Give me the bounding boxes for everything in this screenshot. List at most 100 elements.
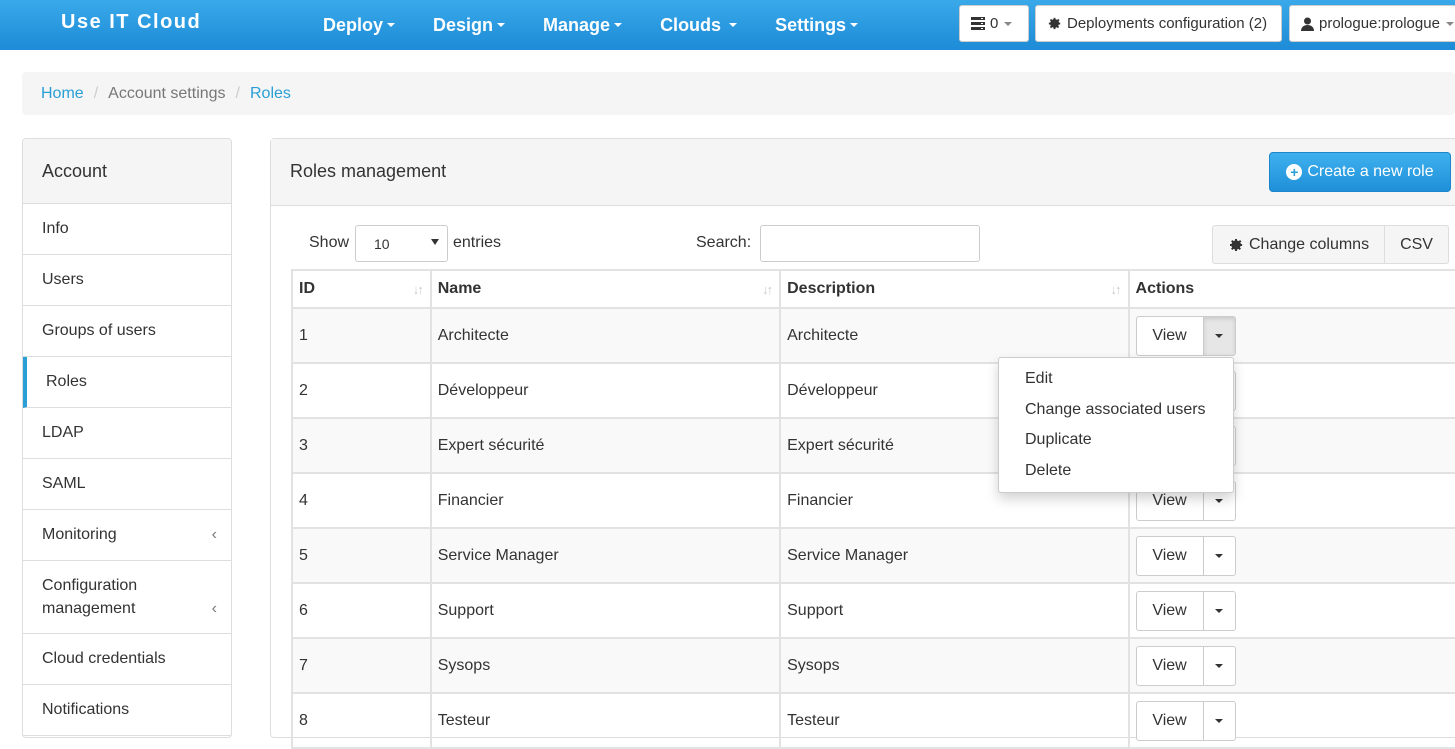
caret-down-icon xyxy=(1215,554,1224,558)
cell-id: 7 xyxy=(291,637,432,694)
cell-name: Testeur xyxy=(429,692,782,749)
view-button[interactable]: View xyxy=(1137,647,1203,685)
main-menu: Deploy Design Manage Clouds Settings xyxy=(323,0,896,50)
cell-description: Sysops xyxy=(779,637,1130,694)
menu-item-change-associated-users[interactable]: Change associated users xyxy=(999,395,1233,426)
sidebar-item-info[interactable]: Info xyxy=(23,204,231,255)
change-columns-button[interactable]: Change columns xyxy=(1213,226,1384,263)
gear-icon xyxy=(1047,16,1062,31)
cell-actions: View xyxy=(1127,527,1455,584)
cell-description: Service Manager xyxy=(779,527,1130,584)
sidebar-item-groups-of-users[interactable]: Groups of users xyxy=(23,306,231,357)
sidebar-item-label: Configuration management xyxy=(42,577,138,617)
nav-deploy[interactable]: Deploy xyxy=(323,0,396,50)
search-input[interactable] xyxy=(760,225,980,262)
server-icon xyxy=(971,17,985,30)
cell-name: Architecte xyxy=(429,307,782,364)
sidebar-item-roles[interactable]: Roles xyxy=(23,357,231,408)
nav-settings[interactable]: Settings xyxy=(775,0,859,50)
sidebar-item-label: SAML xyxy=(42,475,86,492)
user-name: prologue:prologue xyxy=(1319,15,1440,32)
caret-down-icon xyxy=(1445,21,1454,26)
roles-table: ID ↓↑ Name ↓↑ Description ↓↑ Actions 1 Arch… xyxy=(291,269,1455,749)
breadcrumb-home[interactable]: Home xyxy=(41,85,84,103)
create-role-button[interactable]: + Create a new role xyxy=(1269,152,1451,192)
view-button[interactable]: View xyxy=(1137,317,1203,355)
breadcrumb-roles[interactable]: Roles xyxy=(250,85,291,103)
deployments-configuration-button[interactable]: Deployments configuration (2) xyxy=(1035,5,1282,42)
create-role-label: Create a new role xyxy=(1307,163,1434,180)
sidebar-item-notifications[interactable]: Notifications xyxy=(23,685,231,736)
cell-id: 1 xyxy=(291,307,432,364)
caret-down-icon xyxy=(729,23,738,27)
breadcrumb-account-settings[interactable]: Account settings xyxy=(108,85,225,103)
action-split-button: View xyxy=(1135,646,1236,686)
action-split-button: View xyxy=(1135,536,1236,576)
column-header-label: Actions xyxy=(1135,280,1195,297)
column-header-id[interactable]: ID ↓↑ xyxy=(291,269,432,309)
nav-manage[interactable]: Manage xyxy=(543,0,623,50)
breadcrumb-separator: / xyxy=(93,84,99,102)
caret-down-icon xyxy=(1215,664,1224,668)
caret-down-icon xyxy=(1004,21,1013,26)
actions-dropdown-toggle[interactable] xyxy=(1202,317,1235,355)
search-label: Search: xyxy=(696,234,752,251)
actions-dropdown-toggle[interactable] xyxy=(1202,592,1235,630)
plus-circle-icon: + xyxy=(1286,164,1303,180)
column-header-description[interactable]: Description ↓↑ xyxy=(779,269,1130,309)
account-sidebar: Account Info Users Groups of users Roles… xyxy=(22,138,232,738)
entries-value: 10 xyxy=(374,235,390,252)
csv-button[interactable]: CSV xyxy=(1384,226,1448,263)
caret-down-icon xyxy=(387,23,396,27)
cell-id: 5 xyxy=(291,527,432,584)
nav-settings-label: Settings xyxy=(775,15,847,35)
table-row: 2 Développeur Développeur View xyxy=(291,362,1455,419)
cell-name: Sysops xyxy=(429,637,782,694)
sidebar-item-ldap[interactable]: LDAP xyxy=(23,408,231,459)
nav-manage-label: Manage xyxy=(543,15,611,35)
table-tools: Change columns CSV xyxy=(1212,225,1449,264)
sidebar-item-label: Users xyxy=(42,271,84,288)
entries-per-page-select[interactable]: 10 xyxy=(355,225,448,262)
cell-name: Développeur xyxy=(429,362,782,419)
cell-name: Financier xyxy=(429,472,782,529)
column-header-label: Name xyxy=(437,280,482,297)
chevron-left-icon: ‹ xyxy=(211,599,217,617)
sidebar-item-users[interactable]: Users xyxy=(23,255,231,306)
actions-dropdown-toggle[interactable] xyxy=(1202,537,1235,575)
queue-button[interactable]: 0 xyxy=(959,5,1029,42)
sidebar-item-saml[interactable]: SAML xyxy=(23,459,231,510)
sidebar-item-monitoring[interactable]: Monitoring ‹ xyxy=(23,510,231,561)
actions-dropdown-toggle[interactable] xyxy=(1202,702,1235,740)
menu-item-duplicate[interactable]: Duplicate xyxy=(999,425,1233,456)
actions-dropdown-toggle[interactable] xyxy=(1202,647,1235,685)
cell-actions: View xyxy=(1127,582,1455,639)
caret-down-icon xyxy=(1215,334,1224,338)
view-button[interactable]: View xyxy=(1137,702,1203,740)
sort-icon: ↓↑ xyxy=(762,282,773,297)
view-button[interactable]: View xyxy=(1137,592,1203,630)
user-menu-button[interactable]: prologue:prologue xyxy=(1289,5,1455,42)
menu-item-edit[interactable]: Edit xyxy=(999,364,1233,395)
nav-clouds[interactable]: Clouds xyxy=(660,0,738,50)
sidebar-item-cloud-credentials[interactable]: Cloud credentials xyxy=(23,634,231,685)
nav-design-label: Design xyxy=(433,15,494,35)
select-arrow-icon xyxy=(431,239,439,245)
action-split-button: View xyxy=(1135,316,1236,356)
nav-deploy-label: Deploy xyxy=(323,15,384,35)
cell-name: Service Manager xyxy=(429,527,782,584)
brand-logo[interactable]: Use IT Cloud xyxy=(61,11,201,34)
user-icon xyxy=(1301,17,1314,31)
table-body: 1 Architecte Architecte View 2 Développe… xyxy=(291,307,1455,749)
action-split-button: View xyxy=(1135,701,1236,741)
cell-id: 6 xyxy=(291,582,432,639)
cell-actions: View xyxy=(1127,637,1455,694)
view-button[interactable]: View xyxy=(1137,537,1203,575)
column-header-name[interactable]: Name ↓↑ xyxy=(429,269,782,309)
panel-header: Roles management + Create a new role xyxy=(271,139,1455,206)
sidebar-item-configuration-management[interactable]: Configuration management ‹ xyxy=(23,561,231,634)
menu-item-delete[interactable]: Delete xyxy=(999,456,1233,487)
sidebar-item-label: Monitoring xyxy=(42,526,117,543)
nav-design[interactable]: Design xyxy=(433,0,506,50)
deployments-configuration-label: Deployments configuration (2) xyxy=(1067,15,1268,32)
